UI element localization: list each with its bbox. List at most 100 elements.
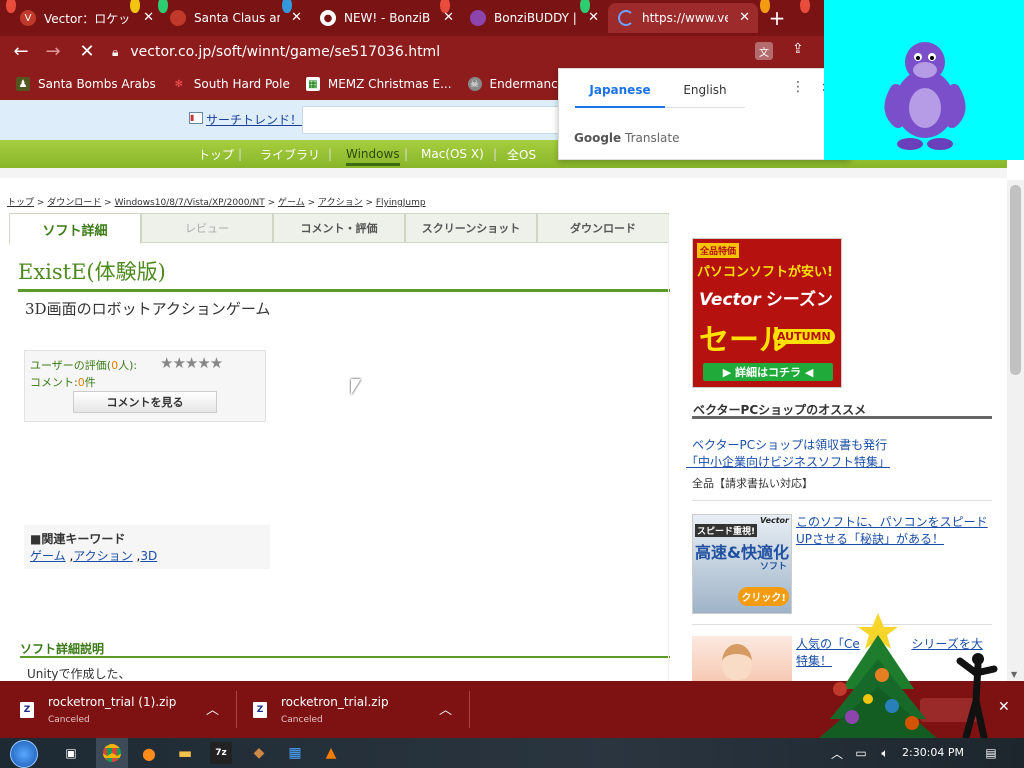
nav-mac[interactable]: Mac(OS X): [421, 147, 484, 161]
google-logo: Google: [574, 131, 622, 145]
share-icon[interactable]: ⇪: [792, 41, 804, 57]
volume-icon[interactable]: 🔈︎: [874, 742, 896, 764]
tab-review[interactable]: レビュー: [141, 213, 273, 243]
windows-taskbar: ▣ ● ▬ 7z ◆ ▦ ▲ ︿ ▭ 🔈︎ 2:30:04 PM ▤: [0, 738, 1024, 768]
chevron-up-icon[interactable]: ︿: [439, 699, 452, 718]
file-explorer-icon[interactable]: ▬: [174, 742, 196, 764]
breadcrumb-link[interactable]: ゲーム: [278, 198, 305, 208]
keyword-link[interactable]: 3D: [140, 549, 157, 563]
site-search-input[interactable]: [302, 106, 562, 134]
firefox-icon[interactable]: ●: [138, 742, 160, 764]
chrome-taskbar-icon[interactable]: [96, 738, 128, 768]
chevron-up-icon[interactable]: ︿: [206, 699, 219, 718]
bonzibuddy-window[interactable]: [824, 0, 1024, 160]
close-tab-icon[interactable]: ✕: [588, 10, 599, 25]
globe-icon: ●: [320, 10, 336, 26]
nav-top[interactable]: トップ: [198, 146, 234, 163]
page-scrollbar[interactable]: ▼: [1007, 180, 1024, 681]
bonzi-favicon-icon: [470, 10, 486, 26]
nav-library[interactable]: ライブラリ: [260, 146, 320, 163]
close-tab-icon[interactable]: ✕: [143, 10, 154, 25]
store-icon[interactable]: ▦: [284, 742, 306, 764]
bookmark-label: South Hard Pole: [193, 77, 290, 91]
tab-download[interactable]: ダウンロード: [537, 213, 669, 243]
rating-box: ユーザーの評価(0人): ★★★★★ コメント:0件 コメントを見る: [24, 350, 266, 422]
vector-favicon-icon: V: [20, 10, 36, 26]
address-bar[interactable]: 🔒︎ vector.co.jp/soft/winnt/game/se517036…: [112, 40, 804, 64]
shop-line: ベクターPCショップは領収書も発行: [692, 438, 888, 452]
breadcrumb-link[interactable]: トップ: [7, 198, 34, 208]
app-icon[interactable]: ◆: [248, 742, 270, 764]
bookmark-item[interactable]: ▦ MEMZ Christmas E...: [305, 77, 452, 91]
browser-tab[interactable]: V Vector：ロケット ✕: [12, 3, 162, 33]
zip-file-icon: Z: [253, 701, 267, 718]
download-item[interactable]: Z rocketron_trial (1).zip Canceled ︿: [20, 681, 230, 738]
bookmark-label: MEMZ Christmas E...: [327, 77, 452, 91]
sale-banner[interactable]: 全品特価 パソコンソフトが安い! Vector シーズン セール AUTUMN …: [692, 238, 842, 388]
shop-note: 全品【請求書払い対応】: [692, 477, 813, 490]
new-tab-button[interactable]: +: [762, 3, 792, 33]
tab-software-details[interactable]: ソフト詳細: [9, 213, 141, 244]
nav-all-os[interactable]: 全OS: [507, 146, 536, 163]
bonzibuddy-gorilla-icon: [884, 42, 966, 150]
view-comments-button[interactable]: コメントを見る: [73, 391, 217, 413]
banner-brand: Vector: [699, 290, 761, 310]
description-text: Unityで作成した、: [27, 667, 131, 681]
tab-title: https://www.vec: [642, 11, 728, 25]
translate-lang-japanese[interactable]: Japanese: [575, 82, 665, 108]
browser-tab-active[interactable]: https://www.vec ✕: [608, 3, 758, 33]
bookmark-item[interactable]: ✻ South Hard Pole: [172, 77, 290, 91]
stop-loading-icon[interactable]: ✕: [76, 42, 98, 62]
breadcrumb-link[interactable]: Windows10/8/7/Vista/XP/2000/NT: [115, 198, 265, 208]
task-view-icon[interactable]: ▣: [60, 742, 82, 764]
christmas-tree-icon: [818, 613, 938, 739]
rating-label: ユーザーの評価(: [30, 359, 112, 372]
breadcrumb-link[interactable]: ダウンロード: [47, 198, 101, 208]
forward-icon[interactable]: →: [42, 42, 64, 62]
download-filename: rocketron_trial (1).zip: [48, 694, 177, 709]
search-trend-link[interactable]: サーチトレンド！: [206, 111, 302, 128]
start-button[interactable]: [10, 740, 38, 768]
back-icon[interactable]: ←: [10, 42, 32, 62]
banner-season: シーズン: [765, 290, 833, 310]
banner-details-button[interactable]: ▶ 詳細はコチラ ◀: [703, 363, 833, 381]
network-icon[interactable]: ▭: [850, 742, 872, 764]
breadcrumb-link[interactable]: FlyingJump: [376, 198, 426, 208]
tab-comments[interactable]: コメント・評価: [273, 213, 405, 243]
anime-promo-image[interactable]: [692, 636, 792, 681]
browser-toolbar: ← → ✕ 🔒︎ vector.co.jp/soft/winnt/game/se…: [0, 36, 824, 68]
download-status: Canceled: [281, 714, 323, 725]
bookmark-item[interactable]: ♟ Santa Bombs Arabs: [16, 77, 156, 91]
scrollbar-thumb[interactable]: [1010, 185, 1021, 375]
translate-icon[interactable]: 文: [755, 42, 773, 60]
download-status: Canceled: [48, 714, 90, 725]
tab-screenshots[interactable]: スクリーンショット: [405, 213, 537, 243]
rating-suffix: 人):: [118, 359, 138, 372]
breadcrumb-link[interactable]: アクション: [318, 198, 363, 208]
more-options-icon[interactable]: ⋮: [791, 79, 805, 95]
translate-lang-english[interactable]: English: [665, 82, 745, 108]
tab-title: BonziBUDDY |: [494, 11, 577, 25]
nav-windows[interactable]: Windows: [346, 147, 400, 166]
speedup-promo-image[interactable]: Vector スピード重視! 高速&快適化 ソフト クリック!: [692, 514, 792, 614]
download-item[interactable]: Z rocketron_trial.zip Canceled ︿: [253, 681, 463, 738]
close-tab-icon[interactable]: ✕: [739, 10, 750, 25]
speedup-link[interactable]: このソフトに、パソコンをスピードUPさせる「秘訣」がある！: [796, 514, 988, 548]
download-filename: rocketron_trial.zip: [281, 694, 389, 709]
close-tab-icon[interactable]: ✕: [443, 10, 454, 25]
tray-expand-icon[interactable]: ︿: [826, 742, 848, 764]
keyword-link[interactable]: アクション: [73, 549, 132, 563]
bookmark-label: Santa Bombs Arabs: [38, 77, 156, 91]
comment-label: コメント:: [30, 376, 78, 389]
notifications-icon[interactable]: ▤: [980, 742, 1002, 764]
keyword-link[interactable]: ゲーム: [30, 549, 66, 563]
business-software-link[interactable]: 「中小企業向けビジネスソフト特集」: [686, 453, 890, 470]
page-subtitle: 3D画面のロボットアクションゲーム: [25, 300, 271, 318]
vlc-icon[interactable]: ▲: [320, 742, 342, 764]
browser-tab[interactable]: BonziBUDDY | ✕: [462, 3, 607, 33]
clock[interactable]: 2:30:04 PM: [898, 746, 968, 759]
browser-tab[interactable]: ● NEW! - BonziB ✕: [312, 3, 462, 33]
close-tab-icon[interactable]: ✕: [291, 10, 302, 25]
7zip-icon[interactable]: 7z: [210, 742, 232, 764]
browser-tab[interactable]: Santa Claus an ✕: [162, 3, 310, 33]
